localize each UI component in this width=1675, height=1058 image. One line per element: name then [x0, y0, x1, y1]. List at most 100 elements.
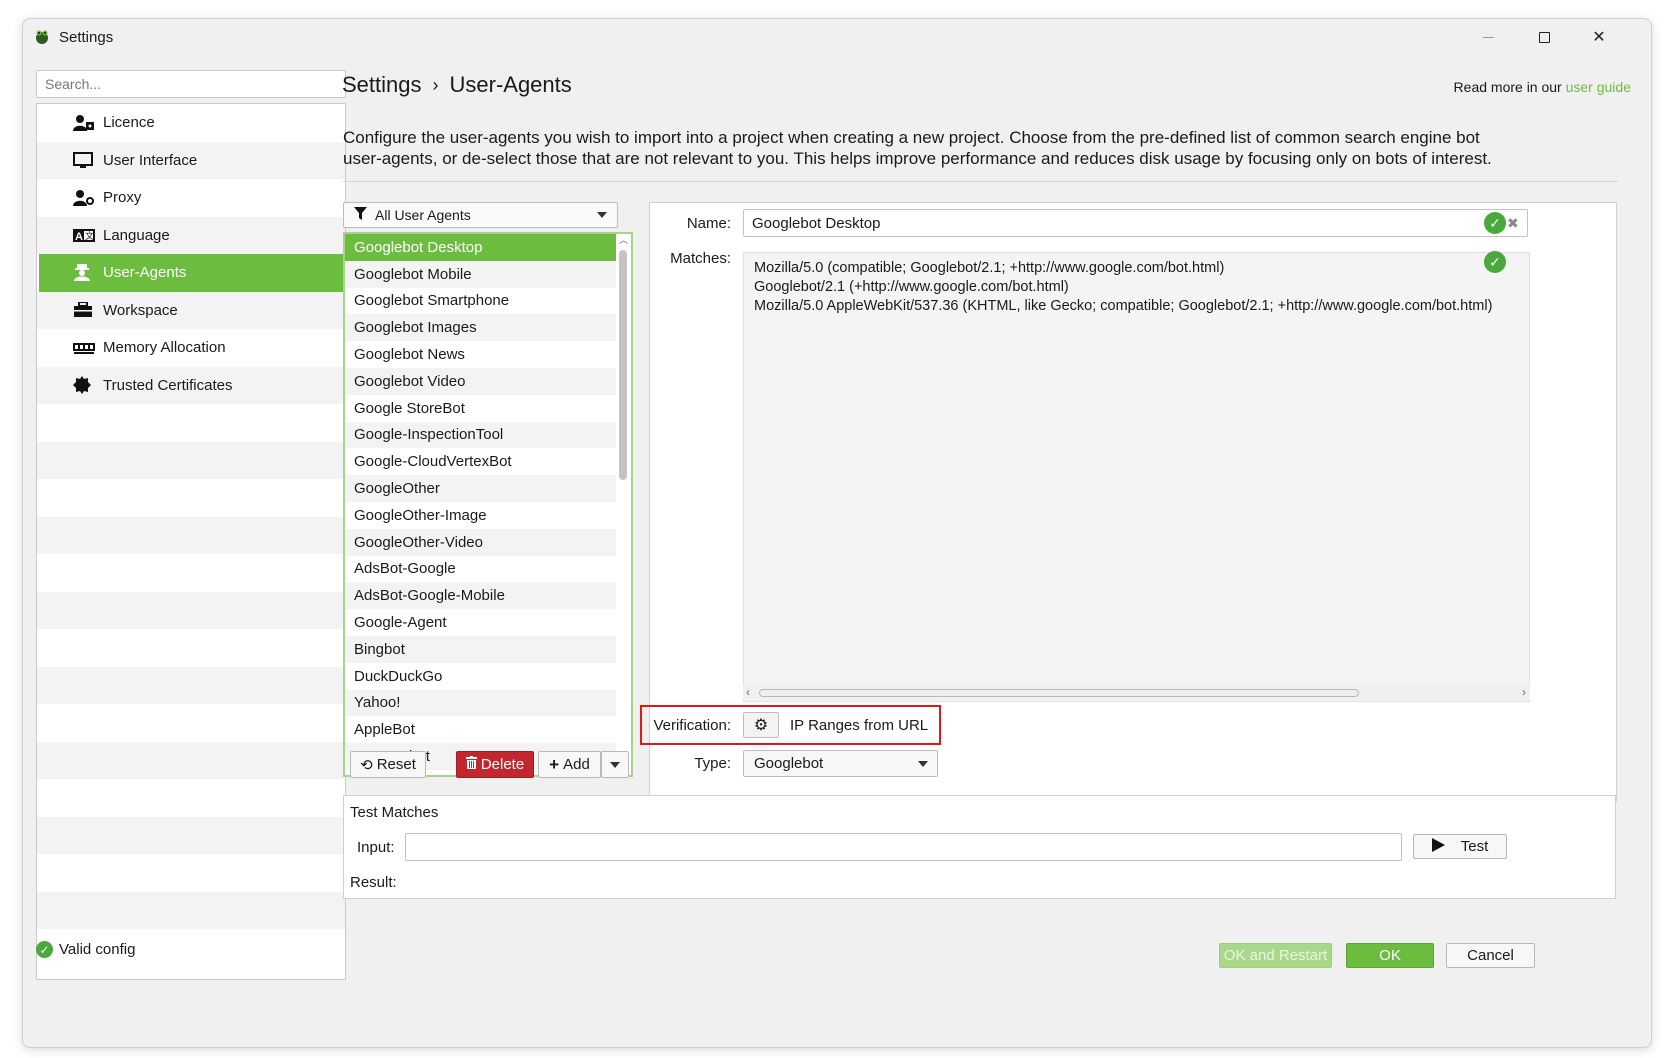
type-selected: Googlebot	[754, 755, 824, 772]
cancel-button[interactable]: Cancel	[1446, 943, 1535, 968]
add-menu-button[interactable]	[601, 751, 629, 778]
divider	[343, 181, 1618, 182]
scroll-left-icon[interactable]: ‹	[746, 685, 750, 699]
sidebar-item-trusted-certificates[interactable]: Trusted Certificates	[37, 366, 345, 404]
list-item[interactable]: DuckDuckGo	[345, 663, 617, 690]
nav-filler-row	[37, 666, 345, 704]
monitor-icon	[73, 151, 97, 169]
delete-button[interactable]: Delete	[456, 751, 534, 778]
reset-button[interactable]: ⟲ Reset	[350, 751, 426, 778]
list-item[interactable]: Yahoo!	[345, 689, 617, 717]
window-title: Settings	[59, 29, 114, 46]
nav-filler-row	[37, 891, 345, 929]
test-button[interactable]: Test	[1413, 834, 1507, 859]
close-button[interactable]: ✕	[1571, 19, 1627, 55]
nav-filler-row	[37, 704, 345, 742]
plus-icon: +	[549, 754, 560, 774]
list-item[interactable]: Googlebot News	[345, 341, 617, 368]
list-item[interactable]: GoogleOther-Video	[345, 528, 617, 556]
ok-and-restart-button[interactable]: OK and Restart	[1219, 943, 1332, 968]
filter-selected: All User Agents	[375, 207, 471, 223]
list-item[interactable]: Google-Agent	[345, 609, 617, 636]
close-icon: ✕	[1592, 29, 1606, 46]
memory-chip-icon	[73, 339, 97, 357]
matches-textarea[interactable]: Mozilla/5.0 (compatible; Googlebot/2.1; …	[743, 252, 1530, 702]
list-item[interactable]: AdsBot-Google-Mobile	[345, 582, 617, 610]
list-item[interactable]: Googlebot Mobile	[345, 260, 617, 288]
chevron-down-icon	[597, 212, 607, 218]
list-item[interactable]: AppleBot	[345, 716, 617, 743]
user-agent-list[interactable]: Googlebot Desktop Googlebot Mobile Googleb…	[343, 232, 633, 777]
chevron-down-icon	[918, 761, 928, 767]
list-item[interactable]: GoogleOther-Image	[345, 502, 617, 529]
type-select[interactable]: Googlebot	[743, 750, 938, 777]
name-field[interactable]	[743, 209, 1528, 237]
nav-filler-row	[37, 591, 345, 629]
sidebar-item-label: User-Agents	[103, 264, 187, 282]
minimize-button[interactable]	[1460, 19, 1516, 55]
certificate-icon	[73, 376, 97, 395]
sidebar-item-licence[interactable]: Licence	[37, 104, 345, 142]
check-circle-icon: ✓	[36, 941, 53, 958]
trash-icon	[465, 756, 477, 773]
list-item[interactable]: Google-CloudVertexBot	[345, 448, 617, 475]
toolbox-icon	[73, 301, 97, 319]
list-item[interactable]: Google-InspectionTool	[345, 421, 617, 449]
list-item[interactable]: Google StoreBot	[345, 395, 617, 422]
user-guide-link[interactable]: user guide	[1566, 79, 1631, 95]
list-item[interactable]: AdsBot-Google	[345, 556, 617, 583]
sidebar-item-label: Proxy	[103, 189, 142, 207]
list-item[interactable]: Googlebot Video	[345, 367, 617, 395]
list-item[interactable]: Bingbot	[345, 635, 617, 663]
settings-nav: Licence User Interface Proxy A文 Language…	[36, 103, 346, 980]
user-key-icon	[73, 114, 97, 132]
verification-settings-button[interactable]: ⚙	[743, 712, 779, 738]
sidebar-item-memory-allocation[interactable]: Memory Allocation	[37, 329, 345, 367]
sidebar-item-workspace[interactable]: Workspace	[37, 291, 345, 329]
nav-filler-row	[37, 816, 345, 854]
status-bar: ✓ Valid config	[36, 941, 135, 958]
clear-icon[interactable]: ✖	[1507, 215, 1519, 232]
ok-button[interactable]: OK	[1346, 943, 1434, 968]
sidebar-item-user-agents[interactable]: User-Agents	[39, 254, 343, 292]
search-input[interactable]	[36, 70, 346, 98]
list-item[interactable]: Googlebot Images	[345, 314, 617, 342]
list-item[interactable]: GoogleOther	[345, 475, 617, 502]
type-label: Type:	[694, 755, 731, 772]
frog-app-icon	[36, 30, 48, 44]
breadcrumb: Settings › User-Agents	[342, 72, 572, 98]
sidebar-item-language[interactable]: A文 Language	[37, 216, 345, 254]
hscroll-thumb[interactable]	[759, 689, 1359, 697]
minimize-icon	[1482, 36, 1494, 38]
agent-filter-dropdown[interactable]: All User Agents	[343, 202, 618, 228]
reset-icon: ⟲	[360, 756, 373, 774]
sidebar-item-proxy[interactable]: Proxy	[37, 179, 345, 217]
svg-text:文: 文	[85, 230, 94, 241]
breadcrumb-separator: ›	[432, 74, 439, 95]
scroll-up-icon[interactable]: ︿	[619, 236, 628, 245]
nav-filler-row	[37, 404, 345, 442]
breadcrumb-current: User-Agents	[449, 72, 572, 97]
sidebar-item-label: Language	[103, 226, 170, 244]
nav-filler-row	[37, 629, 345, 667]
breadcrumb-root[interactable]: Settings	[342, 72, 422, 98]
add-button[interactable]: + Add	[538, 751, 601, 778]
list-item[interactable]: Googlebot Smartphone	[345, 288, 617, 315]
matches-hscrollbar[interactable]: ‹ ›	[743, 685, 1530, 700]
scroll-right-icon[interactable]: ›	[1522, 685, 1526, 699]
list-scrollbar[interactable]: ︿ ﹀	[616, 234, 630, 775]
test-input-label: Input:	[357, 839, 395, 856]
sidebar-item-label: Memory Allocation	[103, 339, 226, 357]
sidebar-item-user-interface[interactable]: User Interface	[37, 141, 345, 179]
maximize-icon	[1538, 31, 1550, 43]
test-input-field[interactable]	[405, 833, 1402, 861]
user-agent-icon	[73, 264, 97, 282]
matches-label: Matches:	[670, 250, 731, 267]
list-item[interactable]: Googlebot Desktop	[345, 234, 617, 261]
nav-filler-row	[37, 554, 345, 592]
nav-filler-row	[37, 441, 345, 479]
maximize-button[interactable]	[1516, 19, 1572, 55]
sidebar-item-label: User Interface	[103, 151, 198, 169]
scroll-thumb[interactable]	[619, 250, 627, 480]
test-matches-title: Test Matches	[350, 804, 439, 821]
